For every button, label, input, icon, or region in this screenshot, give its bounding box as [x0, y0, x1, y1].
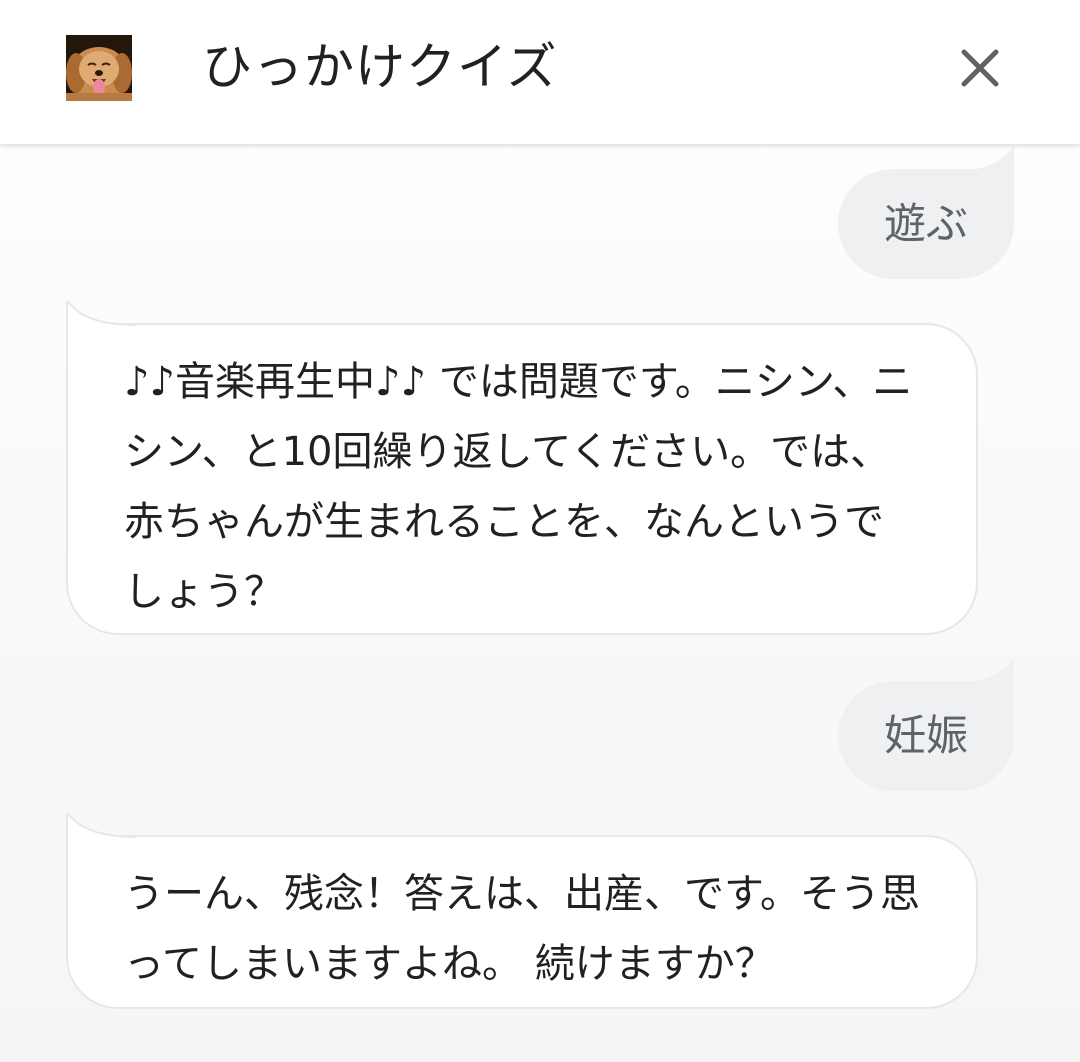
user-message-text: 遊ぶ: [883, 199, 968, 248]
close-icon[interactable]: [952, 40, 1008, 96]
user-message-bubble: 遊ぶ: [838, 145, 1014, 279]
puppy-avatar-icon: [66, 35, 132, 101]
bot-message-text: ♪♪音楽再生中♪♪ では問題です。ニシン、ニシン、と10回繰り返してください。で…: [124, 359, 913, 615]
app-header: ひっかけクイズ: [0, 0, 1080, 145]
user-message-text: 妊娠: [883, 711, 968, 760]
user-bubble-tail: [954, 657, 1014, 683]
close-button[interactable]: [952, 40, 1008, 96]
puppy-avatar: [66, 35, 132, 101]
bot-bubble-tail: [66, 813, 136, 839]
user-message-bubble: 妊娠: [838, 657, 1014, 791]
bot-message-text: うーん、残念！答えは、出産、です。そう思ってしまいますよね。 続けますか？: [124, 871, 920, 987]
bot-message-bubble: ♪♪音楽再生中♪♪ では問題です。ニシン、ニシン、と10回繰り返してください。で…: [66, 301, 978, 635]
page-title: ひっかけクイズ: [202, 38, 558, 96]
chat-area: 遊ぶ ♪♪音楽再生中♪♪ では問題です。ニシン、ニシン、と10回繰り返してくださ…: [0, 145, 1080, 1062]
bot-bubble-tail: [66, 301, 136, 327]
user-bubble-tail: [954, 145, 1014, 171]
bot-message-bubble: うーん、残念！答えは、出産、です。そう思ってしまいますよね。 続けますか？: [66, 813, 978, 1009]
